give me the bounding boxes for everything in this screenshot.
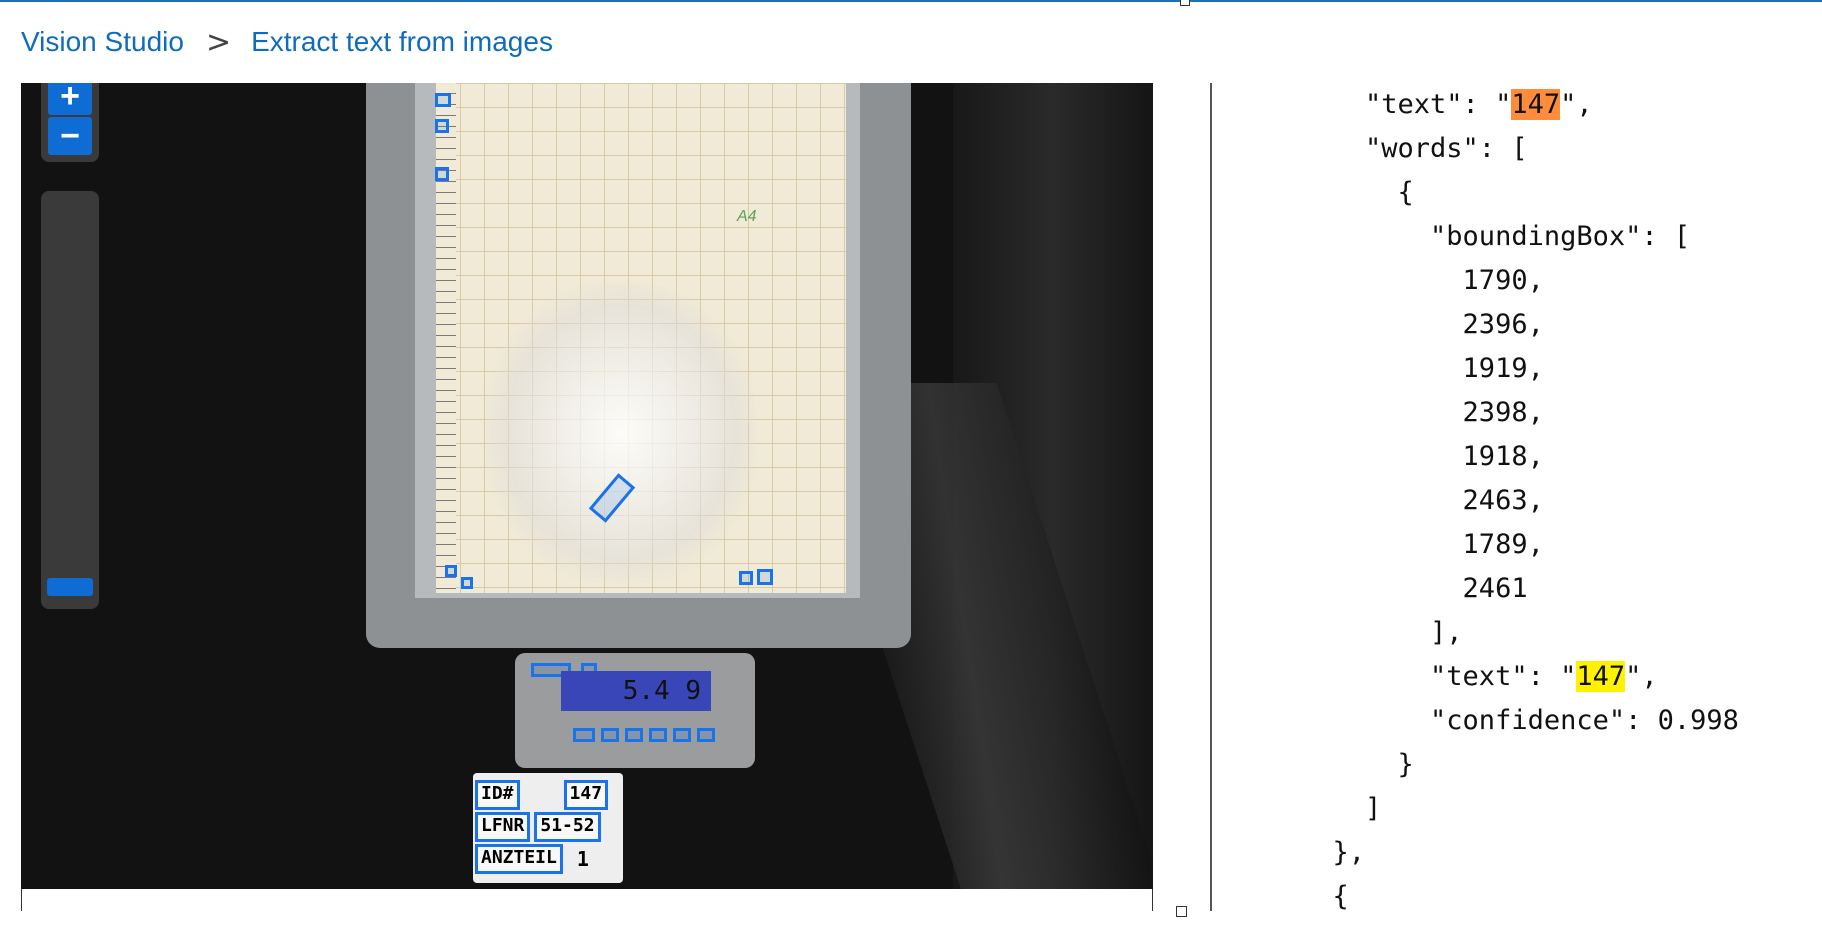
label-row: ID# 147 — [475, 780, 609, 810]
plastic-bag — [486, 283, 756, 583]
json-code-line: 1919, — [1300, 349, 1544, 389]
breadcrumb-vision-studio[interactable]: Vision Studio — [21, 26, 184, 58]
json-token: ", — [1625, 661, 1658, 692]
json-code-line: 1790, — [1300, 261, 1544, 301]
json-code-line: 2396, — [1300, 305, 1544, 345]
json-code-line: ] — [1300, 789, 1381, 829]
json-code-line: "boundingBox": [ — [1300, 217, 1690, 257]
json-token: 1790, — [1300, 265, 1544, 296]
json-token: ] — [1300, 793, 1382, 824]
label-value[interactable]: 51-52 — [534, 812, 601, 842]
json-token: "text": " — [1300, 661, 1577, 692]
json-token: "text": " — [1300, 89, 1512, 120]
json-code-line: { — [1300, 877, 1349, 911]
label-row: ANZTEIL 1 — [475, 844, 589, 874]
ocr-box[interactable] — [573, 728, 595, 742]
json-token: 2398, — [1300, 397, 1544, 428]
ocr-box[interactable] — [625, 728, 643, 742]
json-code-line: "words": [ — [1300, 129, 1528, 169]
json-token: "confidence": 0.998 — [1300, 705, 1739, 736]
json-token: 2396, — [1300, 309, 1544, 340]
ocr-box[interactable] — [757, 569, 773, 585]
breadcrumb: Vision Studio > Extract text from images — [21, 22, 553, 62]
json-token: 2463, — [1300, 485, 1544, 516]
json-code-line: { — [1300, 173, 1414, 213]
zoom-in-button[interactable]: + — [48, 83, 92, 115]
json-token: "words": [ — [1300, 133, 1528, 164]
label-value: 1 — [576, 847, 589, 871]
top-resize-handle[interactable] — [1180, 0, 1190, 6]
ocr-box[interactable] — [601, 728, 619, 742]
json-code-line: } — [1300, 745, 1414, 785]
json-code-line: 1918, — [1300, 437, 1544, 477]
json-code-line: }, — [1300, 833, 1366, 873]
zoom-out-button[interactable]: − — [48, 117, 92, 155]
json-code-line: 2461 — [1300, 569, 1528, 609]
zoom-controls: + − — [41, 83, 99, 162]
label-value[interactable]: 147 — [563, 780, 609, 810]
json-token: ], — [1300, 617, 1463, 648]
json-token: 1918, — [1300, 441, 1544, 472]
ocr-box[interactable] — [445, 565, 457, 577]
json-code-line: 2398, — [1300, 393, 1544, 433]
json-token: } — [1300, 749, 1414, 780]
viewer-edge-right — [1152, 889, 1153, 911]
ocr-box[interactable] — [435, 119, 449, 133]
zoom-slider-handle[interactable] — [47, 578, 93, 596]
json-highlight-match[interactable]: 147 — [1576, 661, 1626, 692]
json-token: 1789, — [1300, 529, 1544, 560]
ruler — [436, 83, 456, 593]
panel-divider[interactable] — [1210, 83, 1212, 911]
json-code-line: "text": "147", — [1300, 657, 1658, 697]
breadcrumb-extract-text[interactable]: Extract text from images — [251, 26, 553, 58]
ocr-box[interactable] — [697, 728, 715, 742]
ocr-box[interactable] — [461, 577, 473, 589]
json-token: }, — [1300, 837, 1366, 868]
json-token: 1919, — [1300, 353, 1544, 384]
json-token: { — [1300, 881, 1349, 911]
top-border — [0, 0, 1822, 2]
json-code-line: "confidence": 0.998 — [1300, 701, 1739, 741]
ocr-box[interactable] — [649, 728, 667, 742]
label-key[interactable]: ANZTEIL — [475, 844, 563, 874]
ocr-box[interactable] — [435, 167, 449, 181]
label-row: LFNR 51-52 — [475, 812, 601, 842]
json-token: ", — [1560, 89, 1593, 120]
json-token: { — [1300, 177, 1414, 208]
json-result-panel[interactable]: "text": "147", "words": [ { "boundingBox… — [1300, 83, 1820, 911]
image-viewer[interactable]: A4 5.4 9 ID# 147 LFNR 51-52 ANZTEIL 1 + … — [21, 83, 1153, 889]
json-token: 2461 — [1300, 573, 1528, 604]
scale-display: 5.4 9 — [561, 671, 711, 711]
zoom-slider[interactable] — [41, 191, 99, 609]
label-key[interactable]: LFNR — [475, 812, 531, 842]
json-highlight-match[interactable]: 147 — [1511, 89, 1561, 120]
panel-resize-handle[interactable] — [1176, 906, 1187, 917]
json-code-line: 2463, — [1300, 481, 1544, 521]
ocr-box[interactable] — [435, 93, 451, 107]
label-key[interactable]: ID# — [475, 780, 520, 810]
json-token: "boundingBox": [ — [1300, 221, 1691, 252]
json-code-line: 1789, — [1300, 525, 1544, 565]
json-code-line: "text": "147", — [1300, 85, 1593, 125]
breadcrumb-chevron-icon: > — [205, 24, 232, 60]
json-code-line: ], — [1300, 613, 1463, 653]
viewer-edge-left — [21, 889, 22, 911]
ocr-box[interactable] — [673, 728, 691, 742]
ocr-box[interactable] — [739, 571, 753, 585]
paper-mark-text: A4 — [737, 208, 757, 225]
